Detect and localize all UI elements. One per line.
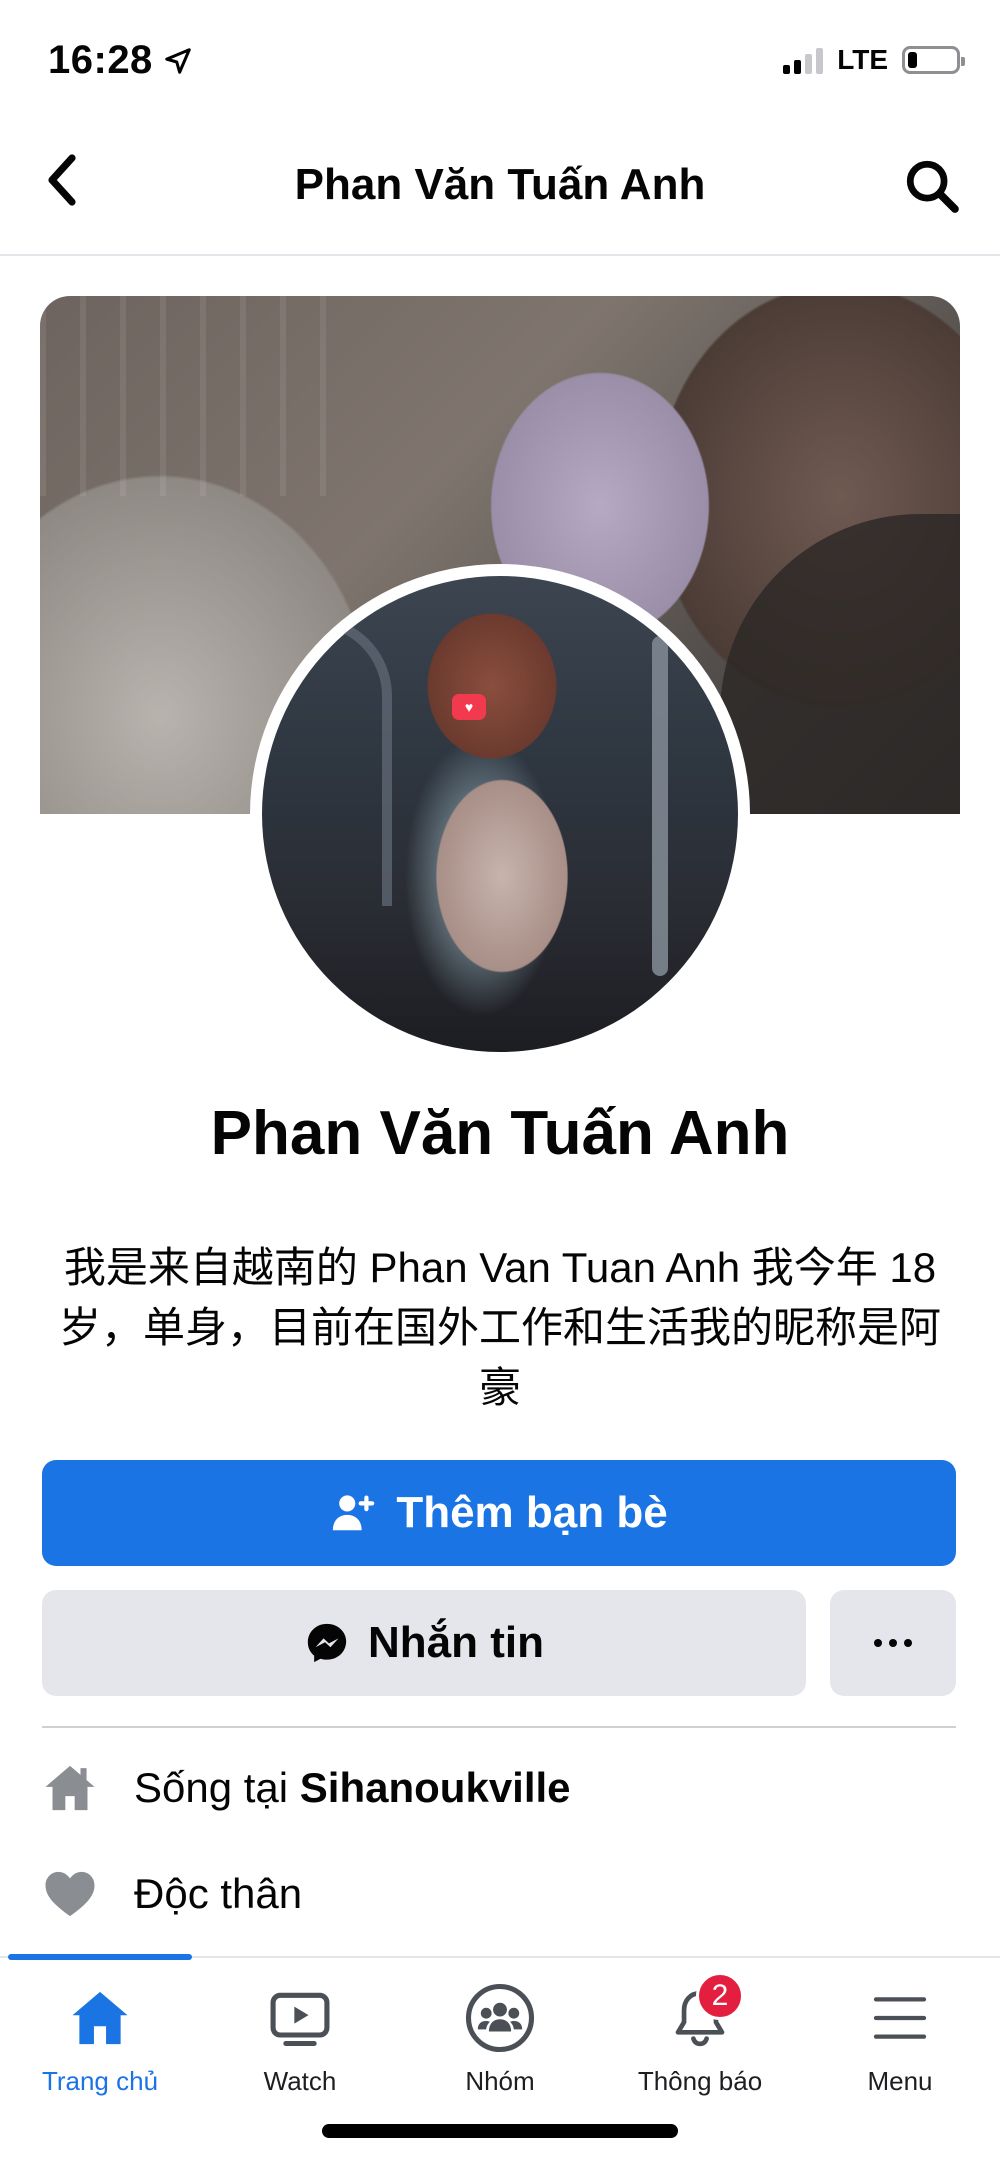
message-label: Nhắn tin (368, 1618, 544, 1667)
time-text: 16:28 (48, 38, 153, 82)
bell-icon: 2 (660, 1972, 744, 2058)
heart-sticker-icon: ♥ (452, 694, 486, 720)
status-bar: 16:28 LTE (0, 0, 1000, 120)
network-type: LTE (837, 44, 888, 75)
battery-icon (902, 46, 965, 74)
tab-home[interactable]: Trang chủ (0, 1978, 200, 2098)
tab-menu[interactable]: Menu (800, 1978, 1000, 2098)
tab-watch[interactable]: Watch (200, 1978, 400, 2098)
messenger-icon (307, 1623, 347, 1663)
search-icon (906, 160, 959, 213)
page-title: Phan Văn Tuấn Anh (294, 160, 706, 209)
tab-notifications[interactable]: 2 Thông báo (600, 1972, 800, 2098)
add-friend-label: Thêm bạn bè (396, 1488, 668, 1537)
relationship-text: Độc thân (134, 1870, 303, 1917)
tab-groups[interactable]: Nhóm (400, 1978, 600, 2098)
tab-label: Nhóm (465, 2066, 535, 2096)
relationship-row: Độc thân (42, 1854, 956, 1934)
battery-fill (908, 52, 918, 68)
heart-icon (42, 1866, 98, 1922)
lives-in-prefix: Sống tại (134, 1764, 289, 1811)
tab-label: Menu (867, 2066, 933, 2096)
groups-icon (460, 1978, 540, 2058)
tab-label: Watch (263, 2066, 337, 2096)
active-tab-indicator (8, 1954, 192, 1960)
video-play-icon (260, 1978, 340, 2058)
home-indicator[interactable] (322, 2124, 678, 2138)
notification-count-badge: 2 (696, 1972, 744, 2020)
lives-in-row: Sống tại Sihanoukville (42, 1748, 956, 1828)
tab-label: Trang chủ (41, 2066, 159, 2096)
signal-bars-icon (783, 46, 824, 74)
add-friend-icon (333, 1495, 375, 1531)
hamburger-icon (860, 1978, 940, 2058)
lives-in-text: Sống tại Sihanoukville (134, 1764, 571, 1812)
top-nav: Phan Văn Tuấn Anh (0, 120, 1000, 256)
more-dots-icon (874, 1639, 912, 1647)
tab-label: Thông báo (637, 2066, 763, 2096)
back-button[interactable] (38, 154, 90, 206)
profile-name: Phan Văn Tuấn Anh (210, 1099, 790, 1168)
home-icon (60, 1978, 140, 2058)
divider (42, 1726, 956, 1728)
status-indicators: LTE (783, 44, 965, 76)
profile-picture[interactable]: ♥ (262, 576, 738, 1052)
search-button[interactable] (902, 156, 962, 216)
message-button[interactable]: Nhắn tin (42, 1590, 806, 1696)
more-options-button[interactable] (830, 1590, 956, 1696)
chevron-left-icon (48, 154, 76, 206)
status-time: 16:28 (48, 38, 193, 83)
location-arrow-icon (165, 47, 191, 74)
profile-bio: 我是来自越南的 Phan Van Tuan Anh 我今年 18 岁，单身，目前… (58, 1244, 941, 1411)
add-friend-button[interactable]: Thêm bạn bè (42, 1460, 956, 1566)
house-icon (42, 1760, 98, 1816)
profile-picture-frame[interactable]: ♥ (250, 564, 750, 1064)
lives-in-place[interactable]: Sihanoukville (300, 1764, 571, 1811)
